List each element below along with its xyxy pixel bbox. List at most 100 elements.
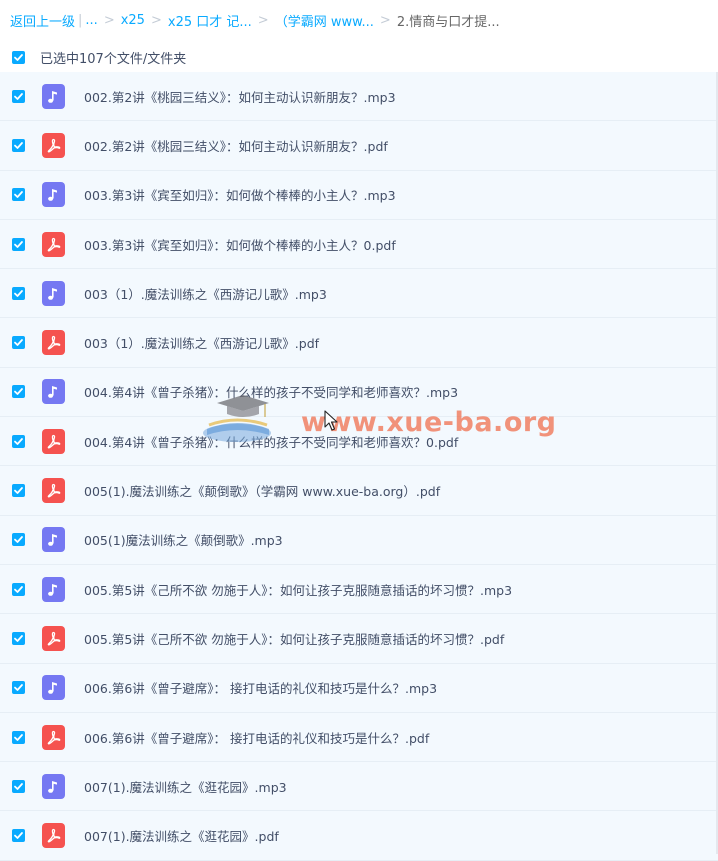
file-row[interactable]: 004.第4讲《曾子杀猪》：什么样的孩子不受同学和老师喜欢？.mp3 (0, 367, 718, 418)
file-checkbox[interactable] (12, 434, 25, 448)
check-icon (14, 53, 23, 61)
breadcrumb: 返回上一级 | ... > x25 > x25 口才 记... > （学霸网 w… (0, 0, 718, 40)
file-row[interactable]: 007(1).魔法训练之《逛花园》.pdf (0, 811, 718, 861)
back-link[interactable]: 返回上一级 (10, 11, 75, 30)
file-name[interactable]: 006.第6讲《曾子避席》： 接打电话的礼仪和技巧是什么？.pdf (84, 728, 429, 747)
pdf-file-icon (42, 330, 65, 356)
pdf-file-icon (42, 231, 65, 257)
file-name[interactable]: 004.第4讲《曾子杀猪》：什么样的孩子不受同学和老师喜欢？0.pdf (84, 432, 458, 451)
check-icon (14, 782, 23, 790)
file-name[interactable]: 002.第2讲《桃园三结义》：如何主动认识新朋友？.pdf (84, 136, 388, 155)
file-row[interactable]: 005(1).魔法训练之《颠倒歌》（学霸网 www.xue-ba.org）.pd… (0, 466, 718, 516)
music-note-icon (48, 386, 57, 399)
file-row[interactable]: 003（1）.魔法训练之《西游记儿歌》.pdf (0, 318, 718, 368)
file-name[interactable]: 003.第3讲《宾至如归》：如何做个棒棒的小主人？0.pdf (84, 235, 396, 254)
pdf-acrobat-icon (47, 483, 61, 498)
breadcrumb-ellipsis[interactable]: ... (85, 13, 97, 28)
check-icon (14, 191, 23, 199)
pdf-file-icon (42, 478, 65, 504)
music-note-icon (48, 780, 57, 793)
select-all-checkbox[interactable] (12, 50, 25, 64)
music-note-icon (48, 534, 57, 547)
file-name[interactable]: 005(1).魔法训练之《颠倒歌》（学霸网 www.xue-ba.org）.pd… (84, 481, 440, 500)
file-row[interactable]: 003.第3讲《宾至如归》：如何做个棒棒的小主人？.mp3 (0, 170, 718, 220)
check-icon (14, 289, 23, 297)
pdf-file-icon (42, 724, 65, 750)
file-checkbox[interactable] (12, 89, 25, 103)
breadcrumb-item-xueba[interactable]: （学霸网 www... (275, 11, 374, 30)
selection-header: 已选中107个文件/文件夹 (0, 40, 718, 75)
breadcrumb-separator: > (257, 12, 269, 28)
pdf-file-icon (42, 625, 65, 651)
file-name[interactable]: 003（1）.魔法训练之《西游记儿歌》.pdf (84, 333, 319, 352)
file-checkbox[interactable] (12, 336, 25, 350)
file-row[interactable]: 002.第2讲《桃园三结义》：如何主动认识新朋友？.mp3 (0, 72, 718, 122)
file-checkbox[interactable] (12, 286, 25, 300)
file-row[interactable]: 002.第2讲《桃园三结义》：如何主动认识新朋友？.pdf (0, 121, 718, 171)
check-icon (14, 339, 23, 347)
pdf-acrobat-icon (47, 138, 61, 153)
pdf-file-icon (42, 428, 65, 454)
file-checkbox[interactable] (12, 829, 25, 843)
check-icon (14, 635, 23, 642)
file-name[interactable]: 007(1).魔法训练之《逛花园》.mp3 (84, 777, 287, 796)
breadcrumb-separator: > (103, 12, 115, 28)
check-icon (14, 585, 23, 593)
file-row[interactable]: 003（1）.魔法训练之《西游记儿歌》.mp3 (0, 269, 718, 319)
check-icon (14, 240, 23, 248)
mouse-cursor-icon (324, 410, 338, 431)
check-icon (14, 832, 23, 839)
file-row[interactable]: 006.第6讲《曾子避席》： 接打电话的礼仪和技巧是什么？.mp3 (0, 663, 718, 713)
breadcrumb-current: 2.情商与口才提... (396, 14, 500, 30)
file-name[interactable]: 005(1)魔法训练之《颠倒歌》.mp3 (84, 530, 283, 549)
audio-file-icon (42, 527, 65, 553)
audio-file-icon (42, 675, 65, 701)
file-list: 002.第2讲《桃园三结义》：如何主动认识新朋友？.mp3 002.第2讲《桃园三… (0, 72, 718, 861)
file-row[interactable]: 007(1).魔法训练之《逛花园》.mp3 (0, 762, 718, 812)
file-name[interactable]: 003.第3讲《宾至如归》：如何做个棒棒的小主人？.mp3 (84, 185, 396, 204)
file-checkbox[interactable] (12, 631, 25, 645)
pdf-file-icon (42, 132, 65, 158)
breadcrumb-separator: > (150, 12, 162, 28)
file-checkbox[interactable] (12, 138, 25, 152)
pdf-acrobat-icon (47, 828, 61, 843)
file-row[interactable]: 004.第4讲《曾子杀猪》：什么样的孩子不受同学和老师喜欢？0.pdf (0, 417, 718, 467)
audio-file-icon (42, 83, 65, 109)
file-name[interactable]: 002.第2讲《桃园三结义》：如何主动认识新朋友？.mp3 (84, 87, 396, 106)
file-row[interactable]: 005.第5讲《己所不欲 勿施于人》：如何让孩子克服随意插话的坏习惯？.mp3 (0, 564, 718, 615)
file-checkbox[interactable] (12, 484, 25, 498)
file-name[interactable]: 005.第5讲《己所不欲 勿施于人》：如何让孩子克服随意插话的坏习惯？.mp3 (84, 580, 512, 599)
pdf-acrobat-icon (47, 631, 61, 646)
audio-file-icon (42, 379, 65, 405)
check-icon (14, 142, 23, 149)
file-row[interactable]: 006.第6讲《曾子避席》： 接打电话的礼仪和技巧是什么？.pdf (0, 712, 718, 763)
file-row[interactable]: 005(1)魔法训练之《颠倒歌》.mp3 (0, 515, 718, 565)
file-checkbox[interactable] (12, 730, 25, 744)
file-checkbox[interactable] (12, 533, 25, 547)
file-name[interactable]: 007(1).魔法训练之《逛花园》.pdf (84, 826, 279, 845)
file-checkbox[interactable] (12, 681, 25, 695)
file-row[interactable]: 005.第5讲《己所不欲 勿施于人》：如何让孩子克服随意插话的坏习惯？.pdf (0, 614, 718, 664)
breadcrumb-item-x25-eloquence[interactable]: x25 口才 记... (168, 11, 252, 30)
file-checkbox[interactable] (12, 188, 25, 202)
music-note-icon (48, 189, 57, 202)
file-name[interactable]: 004.第4讲《曾子杀猪》：什么样的孩子不受同学和老师喜欢？.mp3 (84, 382, 458, 401)
pdf-acrobat-icon (47, 434, 61, 449)
check-icon (14, 437, 23, 445)
file-checkbox[interactable] (12, 385, 25, 399)
breadcrumb-separator: | (78, 12, 83, 28)
file-name[interactable]: 003（1）.魔法训练之《西游记儿歌》.mp3 (84, 284, 327, 303)
audio-file-icon (42, 773, 65, 799)
check-icon (14, 733, 23, 741)
file-checkbox[interactable] (12, 237, 25, 251)
file-checkbox[interactable] (12, 582, 25, 596)
file-name[interactable]: 005.第5讲《己所不欲 勿施于人》：如何让孩子克服随意插话的坏习惯？.pdf (84, 629, 504, 648)
file-checkbox[interactable] (12, 779, 25, 793)
check-icon (14, 92, 23, 100)
file-name[interactable]: 006.第6讲《曾子避席》： 接打电话的礼仪和技巧是什么？.mp3 (84, 678, 437, 697)
audio-file-icon (42, 280, 65, 306)
breadcrumb-item-x25[interactable]: x25 (121, 13, 145, 28)
pdf-acrobat-icon (47, 335, 61, 350)
file-row[interactable]: 003.第3讲《宾至如归》：如何做个棒棒的小主人？0.pdf (0, 219, 718, 270)
audio-file-icon (42, 576, 65, 602)
